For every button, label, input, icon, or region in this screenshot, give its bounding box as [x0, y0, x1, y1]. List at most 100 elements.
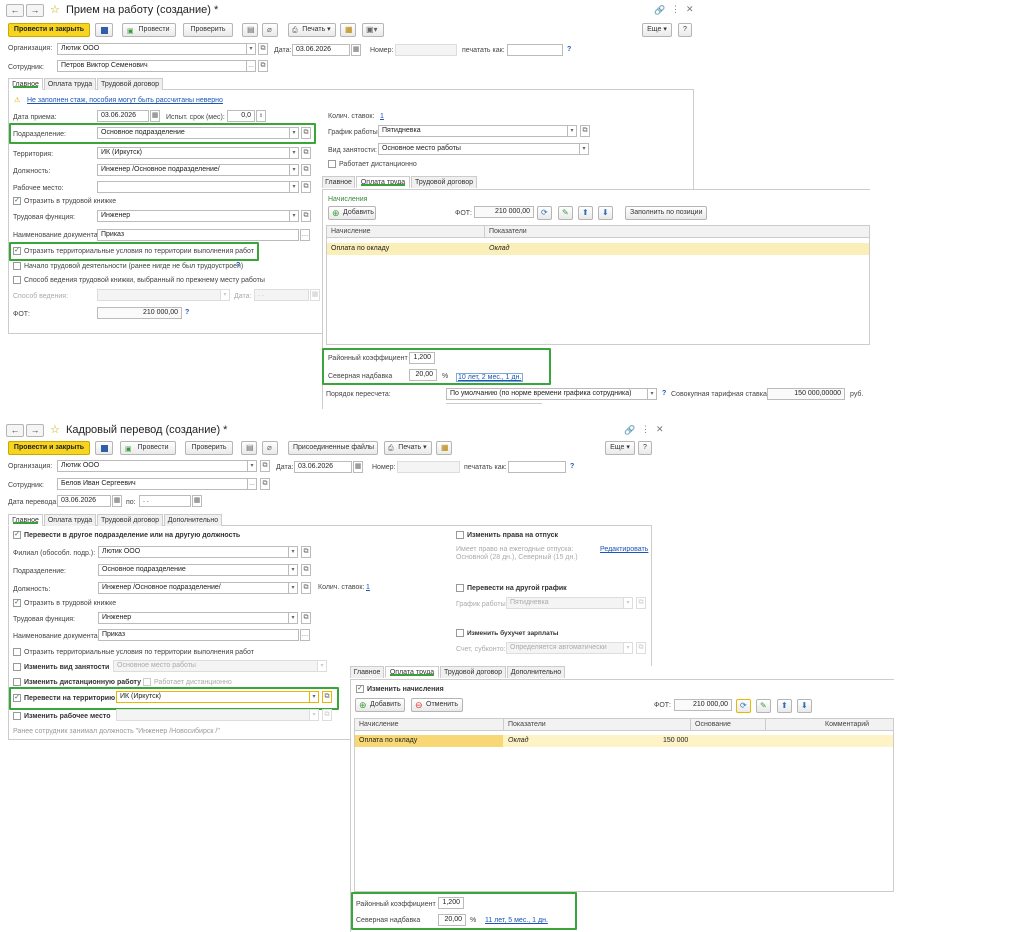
change-remote-checkbox[interactable] [13, 678, 21, 686]
favorite-star-icon[interactable]: ☆ [50, 3, 60, 16]
remote-checkbox[interactable] [143, 678, 151, 686]
position-open-button[interactable]: ⧉ [301, 164, 311, 176]
schedule-dropdown[interactable]: ▾ [624, 597, 633, 609]
tab-payment[interactable]: Оплата труда [44, 514, 96, 526]
inner-tab-main[interactable]: Главное [350, 666, 384, 678]
north-experience-link[interactable]: 10 лет, 2 мес., 1 дн. [456, 373, 524, 382]
post-and-close-button[interactable]: Провести и закрыть [8, 441, 90, 455]
print-as-field[interactable] [507, 44, 563, 56]
link-icon[interactable]: 🔗 [624, 425, 635, 436]
workplace-dropdown[interactable]: ▾ [290, 181, 299, 193]
transfer-terr-dropdown[interactable]: ▾ [310, 691, 319, 703]
post-and-close-button[interactable]: Провести и закрыть [8, 23, 90, 37]
start-checkbox[interactable] [13, 262, 21, 270]
attached-files-button[interactable]: Присоединенные файлы [288, 441, 378, 455]
branch-field[interactable]: Лютик ООО [98, 546, 289, 558]
print-button[interactable]: ⎙ Печать ▾ [384, 441, 432, 455]
hire-date-field[interactable]: 03.06.2026 [97, 110, 149, 122]
position-dropdown[interactable]: ▾ [289, 582, 298, 594]
move-up-button[interactable]: ⬆ [777, 699, 792, 713]
save-button[interactable] [95, 23, 113, 37]
workplace-dropdown[interactable]: ▾ [310, 709, 319, 721]
transfer-dept-checkbox[interactable]: ✓ [13, 531, 21, 539]
refresh-fot-button[interactable]: ⟳ [537, 206, 552, 220]
to-date-calendar[interactable]: ▦ [192, 495, 202, 507]
forward-button[interactable]: → [26, 424, 44, 437]
vacation-checkbox[interactable] [456, 531, 464, 539]
calendar-button[interactable]: ▦ [353, 461, 363, 473]
position-field[interactable]: Инженер /Основное подразделение/ [97, 164, 290, 176]
docname-field[interactable]: Приказ [97, 229, 299, 241]
edit-button[interactable]: ✎ [558, 206, 573, 220]
inner-tab-contract[interactable]: Трудовой договор [411, 176, 477, 188]
dept-dropdown[interactable]: ▾ [290, 127, 299, 139]
schedule-dropdown[interactable]: ▾ [568, 125, 577, 137]
workplace-open-button[interactable]: ⧉ [322, 709, 332, 721]
back-button[interactable]: ← [6, 424, 24, 437]
branch-dropdown[interactable]: ▾ [289, 546, 298, 558]
org-dropdown[interactable]: ▾ [247, 43, 256, 55]
rates-value[interactable]: 1 [366, 584, 370, 591]
north-field[interactable]: 20,00 [438, 914, 466, 926]
date-field[interactable]: 03.06.2026 [294, 461, 352, 473]
col-indicator[interactable]: Показатели [508, 719, 546, 730]
func-open-button[interactable]: ⧉ [301, 612, 311, 624]
edit-vacation-link[interactable]: Редактировать [600, 546, 648, 553]
workplace-field[interactable] [97, 181, 290, 193]
func-field[interactable]: Инженер [97, 210, 290, 222]
way-dropdown[interactable]: ▾ [221, 289, 230, 301]
schedule-change-checkbox[interactable] [456, 584, 464, 592]
close-icon[interactable]: ✕ [656, 424, 664, 435]
cancel-accrual-button[interactable]: ⊖ Отменить [411, 698, 463, 712]
transfer-terr-checkbox[interactable]: ✓ [13, 694, 21, 702]
org-field[interactable]: Лютик ООО [57, 460, 248, 472]
help-icon[interactable]: ? [567, 46, 571, 53]
transfer-date-field[interactable]: 03.06.2026 [57, 495, 111, 507]
col-indicator[interactable]: Показатели [489, 226, 527, 237]
terr-cond-checkbox[interactable] [13, 648, 21, 656]
dept-open-button[interactable]: ⧉ [301, 127, 311, 139]
dept-open-button[interactable]: ⧉ [301, 564, 311, 576]
print-button[interactable]: ⎙ Печать ▾ [288, 23, 336, 37]
org-dropdown[interactable]: ▾ [248, 460, 257, 472]
change-employment-field[interactable]: Основное место работы [113, 660, 318, 672]
dept-field[interactable]: Основное подразделение [97, 127, 290, 139]
dept-dropdown[interactable]: ▾ [289, 564, 298, 576]
recalc-field[interactable]: По умолчанию (по норме времени графика с… [446, 388, 648, 400]
territory-dropdown[interactable]: ▾ [290, 147, 299, 159]
docname-select-button[interactable]: … [300, 229, 310, 241]
edit-button[interactable]: ✎ [756, 699, 771, 713]
refresh-fot-button[interactable]: ⟳ [736, 699, 751, 713]
col-basis[interactable]: Основание [695, 719, 731, 730]
method-checkbox[interactable] [13, 276, 21, 284]
docname-field[interactable]: Приказ [98, 629, 299, 641]
accounting-checkbox[interactable] [456, 629, 464, 637]
schedule-field[interactable]: Пятидневка [506, 597, 624, 609]
schedule-field[interactable]: Пятидневка [378, 125, 568, 137]
date-field[interactable]: 03.06.2026 [292, 44, 350, 56]
tab-additional[interactable]: Дополнительно [164, 514, 222, 526]
district-field[interactable]: 1,200 [438, 897, 464, 909]
back-button[interactable]: ← [6, 4, 24, 17]
employee-dropdown[interactable]: … [247, 60, 256, 72]
number-field[interactable] [395, 44, 457, 56]
schedule-open-button[interactable]: ⧉ [580, 125, 590, 137]
rates-value[interactable]: 1 [380, 113, 384, 120]
position-dropdown[interactable]: ▾ [290, 164, 299, 176]
structure-button[interactable]: ▦ [436, 441, 452, 455]
move-down-button[interactable]: ⬇ [598, 206, 613, 220]
transfer-terr-open-button[interactable]: ⧉ [322, 691, 332, 703]
save-button[interactable] [95, 441, 113, 455]
warning-link[interactable]: Не заполнен стаж, пособия могут быть рас… [27, 97, 223, 104]
tab-main[interactable]: Главное [8, 514, 43, 526]
way-field[interactable] [97, 289, 221, 301]
more-button[interactable]: Еще ▾ [642, 23, 672, 37]
help-button[interactable]: ? [638, 441, 652, 455]
account-dropdown[interactable]: ▾ [624, 642, 633, 654]
col-accrual[interactable]: Начисление [331, 226, 371, 237]
fot-help-icon[interactable]: ? [185, 309, 189, 316]
report-button[interactable]: ▤ [242, 23, 258, 37]
tab-payment[interactable]: Оплата труда [44, 78, 96, 90]
fill-by-position-button[interactable]: Заполнить по позиции [625, 206, 707, 220]
org-open-button[interactable]: ⧉ [258, 43, 268, 55]
